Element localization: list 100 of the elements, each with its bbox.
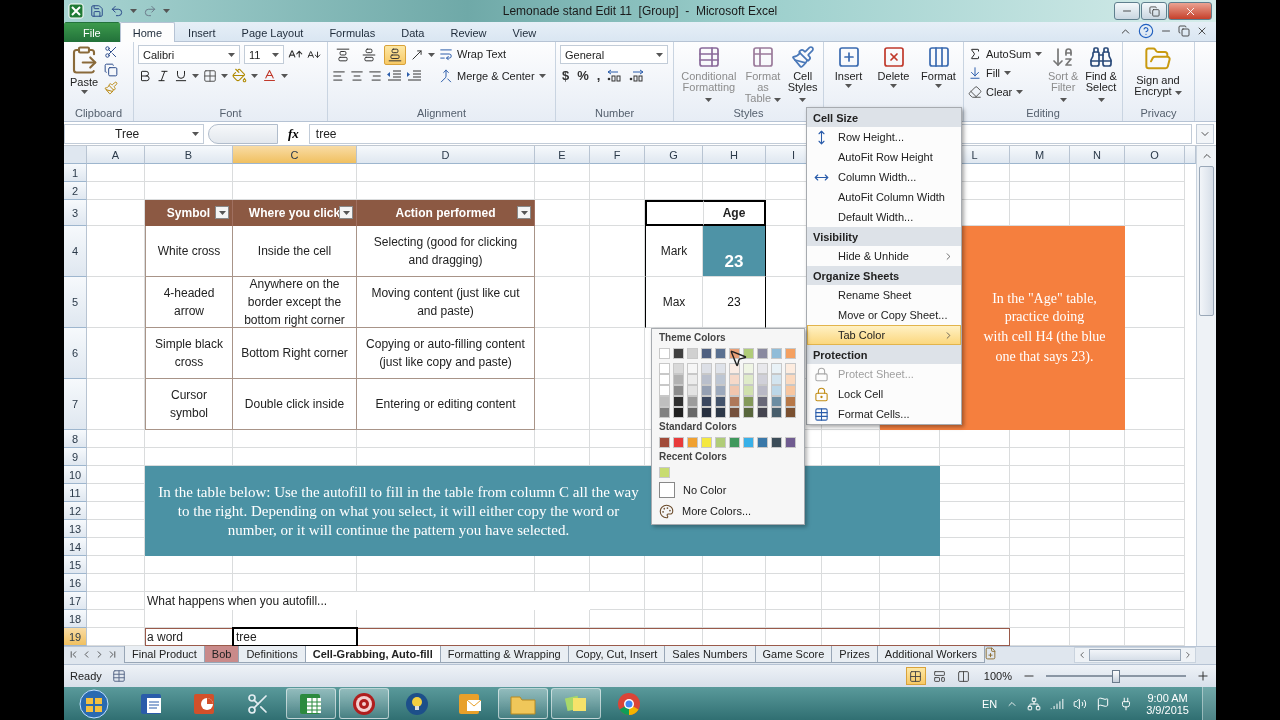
language-indicator[interactable]: EN <box>981 697 998 710</box>
more-colors-option[interactable]: More Colors... <box>659 502 797 520</box>
font-size-field[interactable]: 11 <box>244 45 284 64</box>
ribbon-tab[interactable]: File <box>64 22 120 42</box>
ribbon-tab[interactable]: Data <box>388 22 438 42</box>
row-header[interactable]: 6 <box>64 328 87 379</box>
row-header[interactable]: 3 <box>64 200 87 226</box>
note-text: one that says 23). <box>995 348 1094 366</box>
cell-text: a word <box>146 629 185 646</box>
column-header[interactable]: C <box>233 146 357 164</box>
row-header[interactable]: 19 <box>64 628 87 646</box>
sheet-tab[interactable]: Bob <box>203 646 240 663</box>
ribbon-button[interactable]: Clear <box>968 83 1043 101</box>
table-cell: White cross <box>145 226 233 277</box>
sheet-tab[interactable]: Cell-Grabbing, Auto-fill <box>304 646 441 663</box>
sheet-tab[interactable]: Game Score <box>754 646 833 663</box>
sheet-tab[interactable]: Sales Numbers <box>664 646 756 663</box>
row-header[interactable]: 5 <box>64 277 87 328</box>
font-name-field[interactable]: Calibri <box>138 45 240 64</box>
row-header[interactable]: 17 <box>64 592 87 610</box>
menu-item[interactable]: Tab Color <box>807 325 961 345</box>
column-header[interactable]: N <box>1070 146 1125 164</box>
ribbon-tab[interactable]: Page Layout <box>228 22 317 42</box>
column-header[interactable]: B <box>145 146 233 164</box>
ribbon-tab[interactable]: Insert <box>175 22 229 42</box>
row-header[interactable]: 13 <box>64 520 87 538</box>
menu-item[interactable]: Rename Sheet <box>807 285 961 305</box>
name-box[interactable]: Tree <box>64 123 204 144</box>
sheet-tab[interactable]: Formatting & Wrapping <box>439 646 569 663</box>
header-label: Action performed <box>395 206 496 220</box>
row-header[interactable]: 10 <box>64 466 87 484</box>
column-header[interactable]: D <box>357 146 535 164</box>
ribbon-button[interactable]: Delete <box>873 45 914 88</box>
row-header[interactable]: 1 <box>64 164 87 182</box>
palette-heading: Theme Colors <box>659 332 727 345</box>
prompt-text: What happens when you autofill... <box>146 593 329 610</box>
row-header[interactable]: 7 <box>64 379 87 430</box>
column-header[interactable]: E <box>535 146 590 164</box>
merge-center-button[interactable]: Merge & Center <box>439 67 546 85</box>
ribbon-button[interactable]: Cell Styles <box>786 45 819 104</box>
table-cell: Inside the cell <box>233 226 357 277</box>
number-format-field[interactable]: General <box>560 45 668 64</box>
row-header[interactable]: 12 <box>64 502 87 520</box>
row-header[interactable]: 8 <box>64 430 87 448</box>
row-header[interactable]: 14 <box>64 538 87 556</box>
note-text: with cell H4 (the blue <box>983 328 1106 346</box>
ribbon-button[interactable]: Find & Select <box>1084 45 1118 104</box>
menu-item[interactable]: Hide & Unhide <box>807 246 961 266</box>
menu-heading: Visibility <box>807 227 961 246</box>
menu-item[interactable]: Move or Copy Sheet... <box>807 305 961 325</box>
window-title: Lemonade stand Edit 11 [Group] - Microsoft Excel <box>502 4 778 18</box>
wrap-text-button[interactable]: Wrap Text <box>439 45 546 63</box>
sheet-tab[interactable]: Additional Workers <box>876 646 985 663</box>
column-header[interactable]: H <box>703 146 766 164</box>
sign-encrypt-button[interactable]: Sign and Encrypt <box>1127 45 1189 97</box>
column-header[interactable]: O <box>1125 146 1185 164</box>
sheet-tab[interactable]: Definitions <box>238 646 306 663</box>
ribbon-tab[interactable]: View <box>499 22 550 42</box>
sheet-tab[interactable]: Prizes <box>831 646 878 663</box>
number-format-button[interactable]: % <box>575 68 591 83</box>
row-header[interactable]: 11 <box>64 484 87 502</box>
ribbon-tab[interactable]: Formulas <box>316 22 389 42</box>
insert-function-button[interactable]: fx <box>282 125 305 142</box>
column-header[interactable]: G <box>645 146 703 164</box>
row-header[interactable]: 16 <box>64 574 87 592</box>
menu-item[interactable]: Column Width... <box>807 167 961 187</box>
ribbon-button[interactable]: Format <box>918 45 959 88</box>
column-header[interactable]: A <box>87 146 145 164</box>
menu-item[interactable]: AutoFit Column Width <box>807 187 961 207</box>
menu-heading: Organize Sheets <box>807 266 961 285</box>
menu-item[interactable]: Lock Cell <box>807 384 961 404</box>
group-label: Font <box>218 106 243 121</box>
header-label: Where you click <box>248 206 341 220</box>
column-header[interactable]: M <box>1010 146 1070 164</box>
row-header[interactable]: 18 <box>64 610 87 628</box>
column-header[interactable]: F <box>590 146 645 164</box>
table-cell: Moving content (just like cut and paste) <box>357 277 535 328</box>
row-header[interactable]: 15 <box>64 556 87 574</box>
menu-item[interactable]: Row Height... <box>807 127 961 147</box>
number-format-button[interactable]: $ <box>560 68 572 83</box>
ribbon-tab[interactable]: Home <box>119 22 176 42</box>
row-header[interactable]: 9 <box>64 448 87 466</box>
ribbon-button[interactable]: Insert <box>828 45 869 88</box>
table-cell: 23 <box>703 226 766 277</box>
table-cell: 4-headed arrow <box>145 277 233 328</box>
ribbon-button[interactable]: AutoSum <box>968 45 1043 63</box>
ribbon-tab[interactable]: Review <box>437 22 500 42</box>
row-header[interactable]: 4 <box>64 226 87 277</box>
header-label: Symbol <box>166 206 211 220</box>
no-color-option[interactable]: No Color <box>659 481 797 499</box>
group-label: Alignment <box>416 106 467 121</box>
sheet-tab[interactable]: Final Product <box>124 646 205 663</box>
palette-heading: Recent Colors <box>659 451 728 464</box>
number-format-button[interactable]: , <box>594 68 603 83</box>
paste-button[interactable]: Paste <box>68 45 100 94</box>
sheet-tab[interactable]: Copy, Cut, Insert <box>567 646 666 663</box>
menu-item[interactable]: Format Cells... <box>807 404 961 424</box>
menu-item[interactable]: Default Width... <box>807 207 961 227</box>
row-header[interactable]: 2 <box>64 182 87 200</box>
ribbon-button[interactable]: Fill <box>968 64 1043 82</box>
